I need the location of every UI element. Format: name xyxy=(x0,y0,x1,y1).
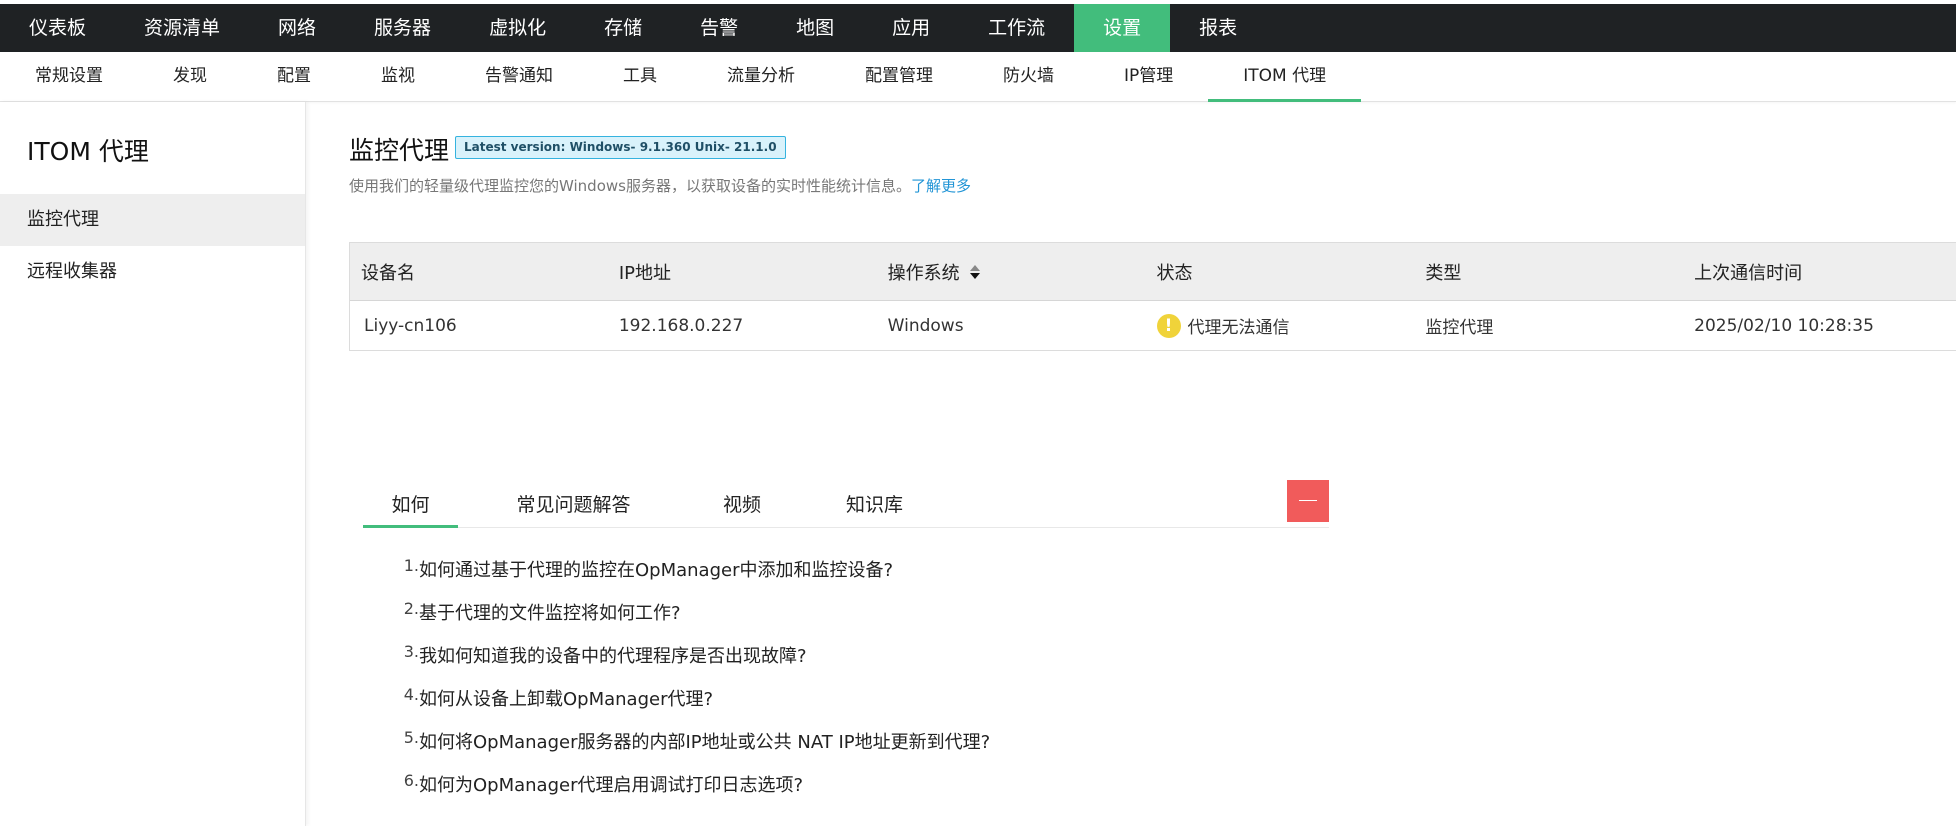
sub-nav-itom-agent[interactable]: ITOM 代理 xyxy=(1208,52,1362,102)
list-item-number: 5. xyxy=(403,728,419,747)
top-nav-dashboard[interactable]: 仪表板 xyxy=(0,4,115,52)
list-item-text: 如何通过基于代理的监控在OpManager中添加和监控设备? xyxy=(419,560,894,581)
tab-videos[interactable]: 视频 xyxy=(689,480,795,528)
collapse-button[interactable] xyxy=(1287,480,1329,522)
table-row[interactable]: Liyy-cn106 192.168.0.227 Windows ! 代理无法通信… xyxy=(350,301,1956,350)
top-nav-alarms[interactable]: 告警 xyxy=(671,4,767,52)
list-item-text: 基于代理的文件监控将如何工作? xyxy=(419,603,681,624)
sidebar-item-monitoring-agent[interactable]: 监控代理 xyxy=(0,194,305,246)
column-type[interactable]: 类型 xyxy=(1425,243,1694,300)
top-nav-settings[interactable]: 设置 xyxy=(1074,4,1171,52)
list-item-text: 我如何知道我的设备中的代理程序是否出现故障? xyxy=(419,646,807,667)
page-description: 使用我们的轻量级代理监控您的Windows服务器，以获取设备的实时性能统计信息。… xyxy=(349,175,971,196)
cell-status: ! 代理无法通信 xyxy=(1156,301,1426,350)
list-item[interactable]: 4. 如何从设备上卸载OpManager代理? xyxy=(398,685,1398,728)
howto-list: 1. 如何通过基于代理的监控在OpManager中添加和监控设备? 2. 基于代理的… xyxy=(398,556,1398,814)
sub-nav-firewall[interactable]: 防火墙 xyxy=(968,52,1089,102)
sub-nav-monitoring[interactable]: 监视 xyxy=(346,52,450,102)
cell-last-communication: 2025/02/10 10:28:35 xyxy=(1694,315,1874,336)
list-item-number: 3. xyxy=(403,642,419,661)
tab-faq[interactable]: 常见问题解答 xyxy=(458,480,689,528)
sub-nav-configuration[interactable]: 配置 xyxy=(242,52,346,102)
top-nav-workflow[interactable]: 工作流 xyxy=(959,4,1074,52)
sub-nav-ip-management[interactable]: IP管理 xyxy=(1089,52,1208,102)
sub-nav-general-settings[interactable]: 常规设置 xyxy=(0,52,138,102)
list-item[interactable]: 3. 我如何知道我的设备中的代理程序是否出现故障? xyxy=(398,642,1398,685)
sub-nav-discovery[interactable]: 发现 xyxy=(138,52,242,102)
sub-nav: 常规设置 发现 配置 监视 告警通知 工具 流量分析 配置管理 防火墙 IP管理… xyxy=(0,52,1956,102)
list-item-text: 如何将OpManager服务器的内部IP地址或公共 NAT IP地址更新到代理? xyxy=(419,732,991,753)
table-header: 设备名 IP地址 操作系统 状态 类型 上次通信时间 xyxy=(350,243,1956,301)
list-item-number: 6. xyxy=(403,771,419,790)
list-item[interactable]: 1. 如何通过基于代理的监控在OpManager中添加和监控设备? xyxy=(398,556,1398,599)
top-nav-storage[interactable]: 存储 xyxy=(575,4,671,52)
column-ip-address[interactable]: IP地址 xyxy=(619,243,888,300)
tab-howto[interactable]: 如何 xyxy=(363,480,458,528)
column-status[interactable]: 状态 xyxy=(1157,243,1426,300)
top-nav-inventory[interactable]: 资源清单 xyxy=(115,4,249,52)
cell-type: 监控代理 xyxy=(1425,318,1494,338)
list-item-number: 2. xyxy=(403,599,419,618)
sort-icon[interactable] xyxy=(969,264,980,280)
cell-status-text: 代理无法通信 xyxy=(1187,318,1290,338)
description-text: 使用我们的轻量级代理监控您的Windows服务器，以获取设备的实时性能统计信息。 xyxy=(349,177,911,195)
list-item[interactable]: 2. 基于代理的文件监控将如何工作? xyxy=(398,599,1398,642)
cell-ip-address: 192.168.0.227 xyxy=(618,315,744,336)
version-badge: Latest version: Windows- 9.1.360 Unix- 2… xyxy=(455,136,786,159)
list-item[interactable]: 5. 如何将OpManager服务器的内部IP地址或公共 NAT IP地址更新到代… xyxy=(398,728,1398,771)
top-nav-maps[interactable]: 地图 xyxy=(767,4,863,52)
top-nav-reports[interactable]: 报表 xyxy=(1170,4,1266,52)
learn-more-link[interactable]: 了解更多 xyxy=(911,177,971,195)
cell-device-name: Liyy-cn106 xyxy=(364,315,457,336)
list-item-number: 1. xyxy=(403,556,419,575)
agents-table: 设备名 IP地址 操作系统 状态 类型 上次通信时间 Liyy-cn106 19… xyxy=(349,242,1956,351)
column-last-communication[interactable]: 上次通信时间 xyxy=(1694,243,1956,300)
list-item-text: 如何从设备上卸载OpManager代理? xyxy=(419,689,714,710)
sub-nav-tools[interactable]: 工具 xyxy=(588,52,692,102)
cell-os: Windows xyxy=(887,315,964,336)
top-nav-servers[interactable]: 服务器 xyxy=(345,4,460,52)
sidebar-title: ITOM 代理 xyxy=(27,137,149,166)
tab-knowledge-base[interactable]: 知识库 xyxy=(795,480,954,528)
top-nav-network[interactable]: 网络 xyxy=(249,4,345,52)
top-nav-virtualization[interactable]: 虚拟化 xyxy=(460,4,575,52)
top-nav-apps[interactable]: 应用 xyxy=(863,4,959,52)
column-device-name[interactable]: 设备名 xyxy=(350,243,619,300)
top-nav: 仪表板 资源清单 网络 服务器 虚拟化 存储 告警 地图 应用 工作流 设置 报… xyxy=(0,0,1956,52)
warning-icon: ! xyxy=(1156,313,1181,338)
sub-nav-notifications[interactable]: 告警通知 xyxy=(450,52,588,102)
sidebar: ITOM 代理 监控代理 远程收集器 xyxy=(0,102,306,826)
sub-nav-flow-analysis[interactable]: 流量分析 xyxy=(692,52,830,102)
column-os[interactable]: 操作系统 xyxy=(888,243,1157,300)
page-title: 监控代理 xyxy=(349,136,450,165)
sidebar-item-remote-collector[interactable]: 远程收集器 xyxy=(0,246,305,298)
column-os-label: 操作系统 xyxy=(887,262,960,284)
list-item-number: 4. xyxy=(403,685,419,704)
sub-nav-config-management[interactable]: 配置管理 xyxy=(830,52,968,102)
list-item[interactable]: 6. 如何为OpManager代理启用调试打印日志选项? xyxy=(398,771,1398,814)
help-tabs: 如何 常见问题解答 视频 知识库 xyxy=(363,480,1329,528)
sidebar-menu: 监控代理 远程收集器 xyxy=(0,194,305,298)
list-item-text: 如何为OpManager代理启用调试打印日志选项? xyxy=(419,775,804,796)
